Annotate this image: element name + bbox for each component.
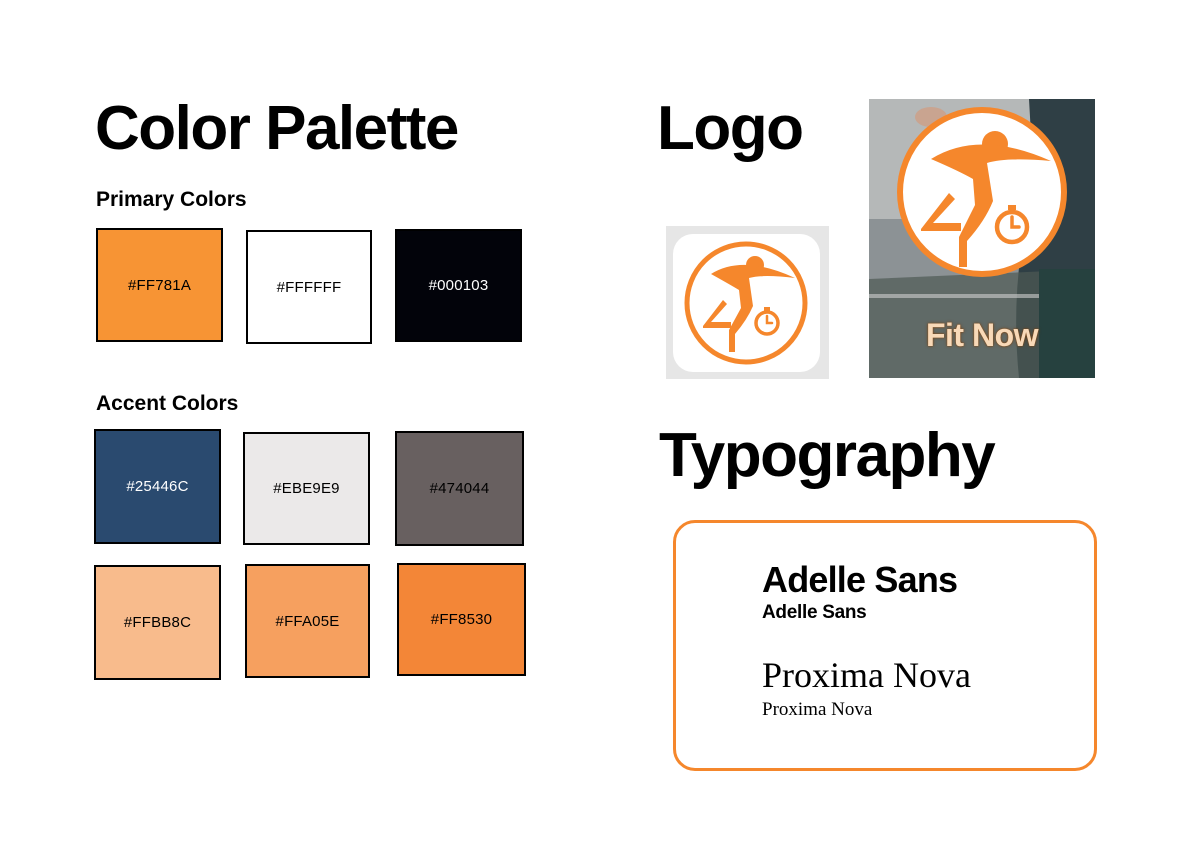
font-sample-adelle-text: Adelle Sans: [762, 602, 867, 623]
palette-title: Color Palette: [95, 94, 459, 163]
runner-stopwatch-icon: [684, 241, 808, 365]
typography-card: [673, 520, 1097, 771]
primary-colors-heading: Primary Colors: [96, 188, 247, 211]
swatch-label: #FFA05E: [275, 612, 340, 630]
swatch-primary-white: #FFFFFF: [246, 230, 372, 344]
swatch-label: #474044: [429, 480, 490, 497]
swatch-accent-orange: #FF8530: [397, 563, 526, 676]
logo-photo-mockup: Fit Now: [869, 99, 1095, 378]
swatch-label: #FFFFFF: [276, 278, 342, 296]
typography-title: Typography: [659, 421, 996, 490]
swatch-label: #FFBB8C: [123, 614, 192, 631]
swatch-label: #25446C: [126, 478, 189, 495]
swatch-label: #000103: [428, 277, 489, 294]
font-sample-proxima-text: Proxima Nova: [762, 699, 873, 720]
swatch-primary-orange: #FF781A: [96, 228, 223, 342]
swatch-accent-dark-gray: #474044: [395, 431, 524, 546]
swatch-accent-light-orange: #FFA05E: [245, 564, 370, 678]
swatch-accent-navy: #25446C: [94, 429, 221, 544]
swatch-label: #FF781A: [127, 276, 192, 294]
logo-title: Logo: [657, 94, 804, 163]
swatch-accent-peach: #FFBB8C: [94, 565, 221, 680]
app-icon: [673, 234, 820, 372]
brand-name: Fit Now: [925, 317, 1039, 353]
swatch-primary-black: #000103: [395, 229, 522, 342]
font-sample-adelle-display: Adelle Sans: [762, 559, 958, 600]
swatch-label: #FF8530: [430, 611, 493, 628]
swatch-accent-light-gray: #EBE9E9: [243, 432, 370, 545]
font-sample-proxima-display: Proxima Nova: [762, 655, 971, 695]
accent-colors-heading: Accent Colors: [96, 392, 239, 415]
swatch-label: #EBE9E9: [273, 480, 340, 497]
